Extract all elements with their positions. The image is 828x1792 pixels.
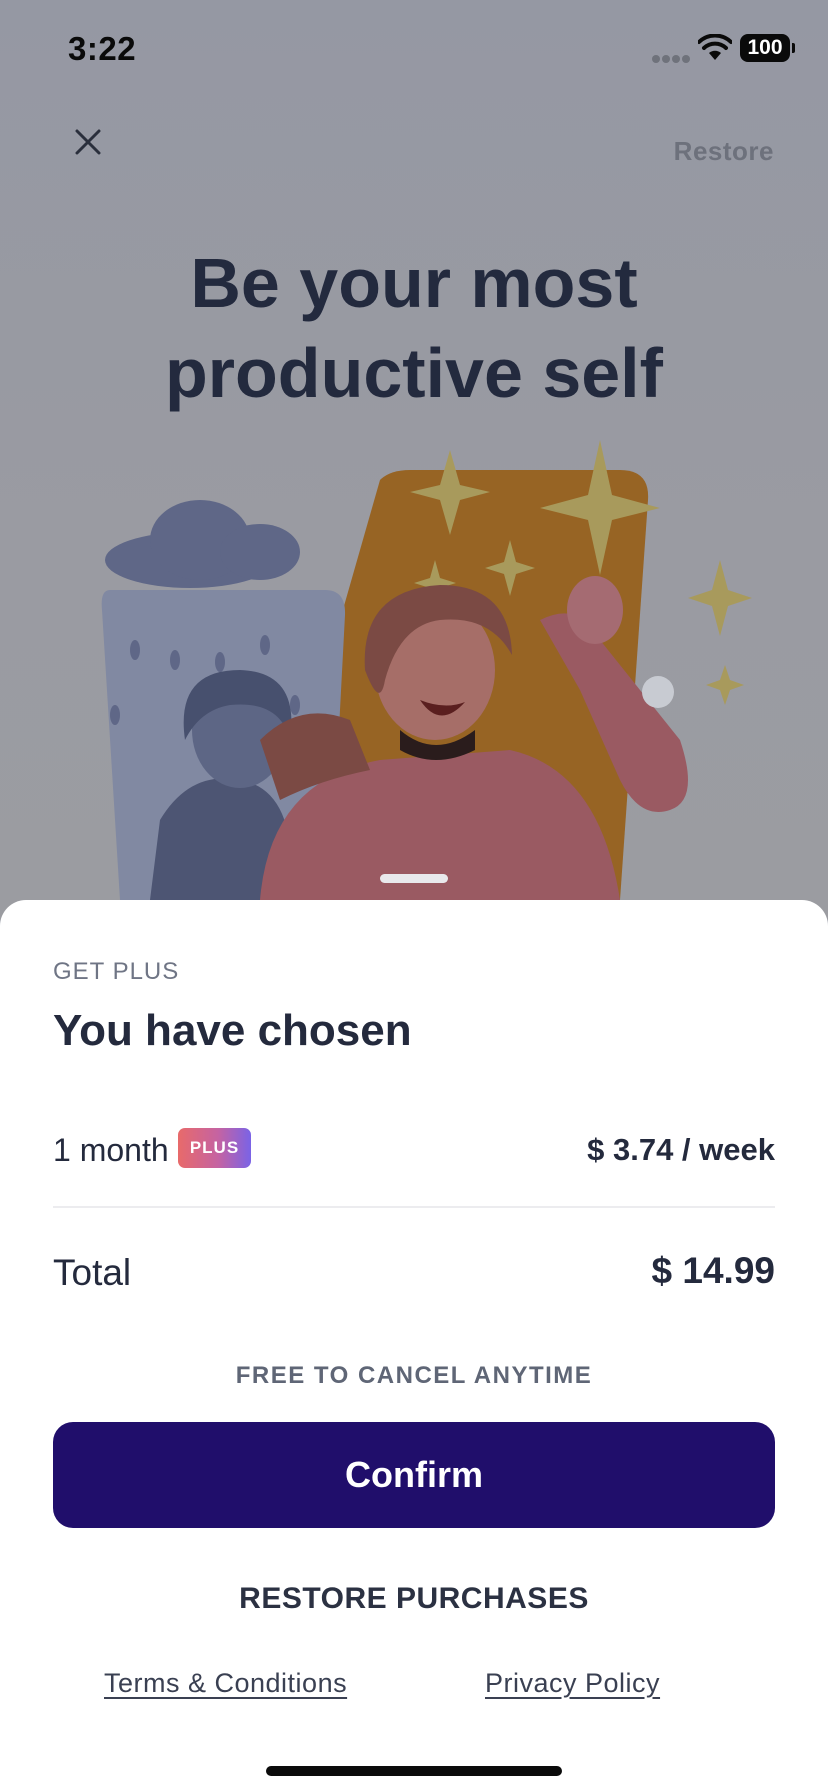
hero-title: Be your most productive self [165,244,663,412]
plus-badge: PLUS [178,1128,251,1168]
purchase-sheet: GET PLUS You have chosen 1 month PLUS $ … [0,900,828,1792]
battery-icon: 100 [740,34,795,62]
close-button[interactable] [66,120,110,164]
home-indicator [266,1766,562,1776]
sheet-title: You have chosen [53,1006,412,1055]
privacy-link[interactable]: Privacy Policy [485,1668,660,1699]
sheet-grabber[interactable] [380,874,448,883]
total-label: Total [53,1252,132,1293]
cellular-signal-icon [652,50,692,68]
cancel-note: FREE TO CANCEL ANYTIME [235,1362,593,1389]
status-time: 3:22 [68,30,137,67]
total-value: $ 14.99 [651,1250,775,1291]
plan-name: 1 month [53,1132,169,1168]
close-icon [75,129,101,155]
hero-illustration [101,440,752,900]
wifi-icon [698,34,732,60]
sheet-eyebrow: GET PLUS [53,958,180,985]
confirm-button[interactable]: Confirm [53,1422,775,1528]
restore-link[interactable]: Restore [674,136,774,167]
plan-row: 1 month PLUS $ 3.74 / week [53,1126,775,1172]
divider [53,1206,775,1208]
paywall-background: 3:22 100 Restore Be your most productive… [0,0,828,920]
terms-link[interactable]: Terms & Conditions [104,1668,347,1699]
restore-purchases-button[interactable]: RESTORE PURCHASES [0,1582,828,1616]
status-bar: 3:22 100 [0,0,828,100]
plan-price: $ 3.74 / week [587,1132,775,1167]
